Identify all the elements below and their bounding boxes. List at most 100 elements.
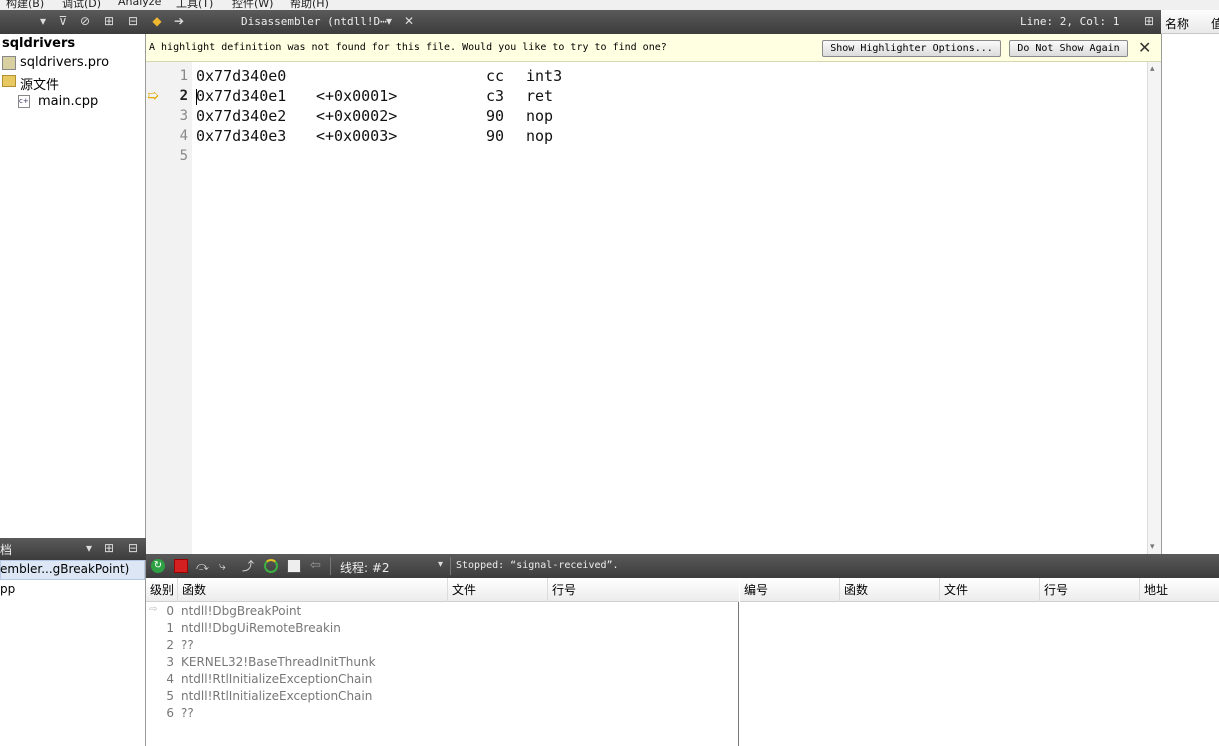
menu-debug[interactable]: 调试(D) <box>62 0 101 10</box>
breakpoints-view: 编号 函数 文件 行号 地址 <box>740 578 1219 746</box>
stack-level: 6 <box>166 706 174 720</box>
stack-function: ntdll!RtlInitializeExceptionChain <box>181 672 373 686</box>
editor-toolbar: ◆ ➔ Disassembler (ntdll!D⋯ ▾ ✕ Line: 2, … <box>146 10 1161 34</box>
text-cursor <box>196 89 197 105</box>
code-instruction: nop <box>526 127 554 145</box>
split-icon[interactable]: ⊞ <box>102 541 116 555</box>
link-icon[interactable]: ⊘ <box>78 14 92 28</box>
code-instruction: int3 <box>526 67 563 85</box>
line-number: 1 <box>179 68 188 84</box>
line-col-indicator: Line: 2, Col: 1 <box>1020 15 1120 28</box>
open-doc-cpp[interactable]: pp <box>0 582 15 596</box>
menu-tools[interactable]: 工具(T) <box>176 0 213 10</box>
scroll-up-icon[interactable]: ▴ <box>1150 64 1155 74</box>
split-icon[interactable]: ⊞ <box>102 14 116 28</box>
thread-selector[interactable]: 线程: #2 <box>340 559 390 576</box>
menu-widgets[interactable]: 控件(W) <box>232 0 273 10</box>
tree-folder[interactable]: 源文件 <box>20 74 59 93</box>
locals-col-name[interactable]: 名称 <box>1165 15 1189 32</box>
stack-row[interactable]: 3 KERNEL32!BaseThreadInitThunk <box>146 655 739 672</box>
stack-level: 5 <box>166 689 174 703</box>
folder-icon <box>2 75 16 87</box>
debug-toolbar: ↻ ⤼ ⤷ ⤴ ⇦ 线程: #2 ▾ Stopped: “signal-rece… <box>146 554 1219 578</box>
open-docs-toolbar: 档 ▾ ⊞ ⊟ <box>0 538 146 560</box>
line-number: 2 <box>179 88 188 104</box>
step-over-icon[interactable]: ⤼ <box>196 559 210 573</box>
stack-row[interactable]: ⇨ 0 ntdll!DbgBreakPoint <box>146 604 739 621</box>
open-doc-disassembler[interactable]: embler...gBreakPoint) <box>0 562 129 576</box>
tree-source[interactable]: main.cpp <box>38 94 98 109</box>
stop-icon[interactable] <box>174 559 188 573</box>
stack-function: ntdll!RtlInitializeExceptionChain <box>181 689 373 703</box>
highlight-info-bar: A highlight definition was not found for… <box>146 34 1161 62</box>
code-address: 0x77d340e2 <box>196 107 287 125</box>
step-into-icon[interactable]: ⤷ <box>219 559 233 573</box>
stack-row[interactable]: 1 ntdll!DbgUiRemoteBreakin <box>146 621 739 638</box>
tree-pro-file[interactable]: sqldrivers.pro <box>20 55 109 70</box>
do-not-show-button[interactable]: Do Not Show Again <box>1009 40 1128 57</box>
vertical-scrollbar[interactable]: ▴ ▾ <box>1147 62 1161 554</box>
stack-row[interactable]: 2 ?? <box>146 638 739 655</box>
stack-function: ?? <box>181 638 194 652</box>
pro-file-icon <box>2 56 16 70</box>
bp-col-file[interactable]: 文件 <box>940 578 1040 602</box>
locals-pane <box>1161 10 1219 554</box>
document-selector[interactable]: Disassembler (ntdll!D⋯ <box>241 15 387 28</box>
code-offset: <+0x0001> <box>316 87 398 105</box>
stack-col-level[interactable]: 级别 <box>146 578 178 602</box>
close-icon[interactable]: ✕ <box>1138 38 1151 57</box>
instruction-mode-icon[interactable] <box>287 559 301 573</box>
split-icon[interactable]: ⊞ <box>1142 14 1156 28</box>
close-pane-icon[interactable]: ⊟ <box>126 541 140 555</box>
chevron-down-icon[interactable]: ▾ <box>82 541 96 555</box>
stack-function: ntdll!DbgBreakPoint <box>181 604 302 618</box>
bp-col-address[interactable]: 地址 <box>1140 578 1219 602</box>
step-out-icon[interactable]: ⤴ <box>242 559 256 573</box>
close-document-icon[interactable]: ✕ <box>402 14 416 28</box>
stack-level: 4 <box>166 672 174 686</box>
back-arrow-icon[interactable]: ◆ <box>150 14 164 28</box>
menu-build[interactable]: 构建(B) <box>6 0 44 10</box>
chevron-down-icon[interactable]: ▾ <box>438 559 443 570</box>
divider <box>450 557 451 575</box>
stack-level: 2 <box>166 638 174 652</box>
back-arrow-icon[interactable]: ⇦ <box>310 559 324 573</box>
chevron-down-icon[interactable]: ▾ <box>36 14 50 28</box>
locals-col-value[interactable]: 值 <box>1211 15 1219 32</box>
stack-level: 1 <box>166 621 174 635</box>
locals-header: 名称 值 <box>1161 10 1219 34</box>
stack-col-line[interactable]: 行号 <box>548 578 739 602</box>
cpp-file-icon: c+ <box>18 95 30 108</box>
chevron-down-icon[interactable]: ▾ <box>382 14 396 28</box>
stack-function: KERNEL32!BaseThreadInitThunk <box>181 655 376 669</box>
bp-col-number[interactable]: 编号 <box>740 578 840 602</box>
continue-icon[interactable]: ↻ <box>151 559 165 573</box>
menu-analyze[interactable]: Analyze <box>118 0 161 8</box>
code-hex: 90 <box>486 127 505 145</box>
line-number: 3 <box>179 108 188 124</box>
stack-row[interactable]: 4 ntdll!RtlInitializeExceptionChain <box>146 672 739 689</box>
stack-col-file[interactable]: 文件 <box>448 578 548 602</box>
stack-level: 0 <box>166 604 174 618</box>
restart-icon[interactable] <box>264 559 278 573</box>
divider <box>330 557 331 575</box>
menu-help[interactable]: 帮助(H) <box>290 0 329 10</box>
disassembly-editor[interactable] <box>146 62 1147 554</box>
forward-arrow-icon[interactable]: ➔ <box>172 14 186 28</box>
tree-project[interactable]: sqldrivers <box>2 36 75 51</box>
stack-row[interactable]: 6 ?? <box>146 706 739 723</box>
code-hex: cc <box>486 67 505 85</box>
stack-header: 级别 函数 文件 行号 <box>146 578 739 602</box>
stack-function: ?? <box>181 706 194 720</box>
bp-col-function[interactable]: 函数 <box>840 578 940 602</box>
code-address: 0x77d340e0 <box>196 67 287 85</box>
scroll-down-icon[interactable]: ▾ <box>1150 542 1155 552</box>
open-docs-title: 档 <box>0 543 13 557</box>
bp-col-line[interactable]: 行号 <box>1040 578 1140 602</box>
show-highlighter-button[interactable]: Show Highlighter Options... <box>822 40 1001 57</box>
filter-icon[interactable]: ⊽ <box>56 14 70 28</box>
stack-row[interactable]: 5 ntdll!RtlInitializeExceptionChain <box>146 689 739 706</box>
close-pane-icon[interactable]: ⊟ <box>126 14 140 28</box>
stack-level: 3 <box>166 655 174 669</box>
stack-col-function[interactable]: 函数 <box>178 578 448 602</box>
